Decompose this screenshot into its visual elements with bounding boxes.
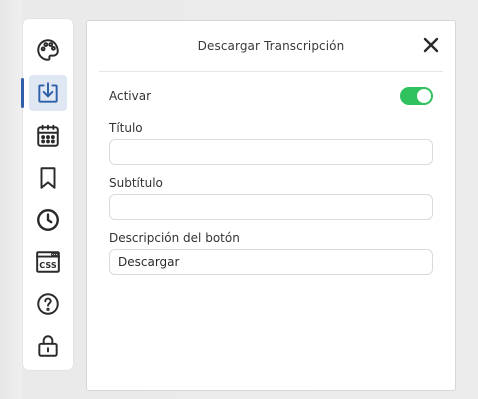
- sidebar-item-download[interactable]: [29, 75, 67, 111]
- panel-title: Descargar Transcripción: [197, 39, 345, 53]
- sidebar-item-bookmark[interactable]: [29, 160, 67, 196]
- toggle-knob: [417, 89, 431, 103]
- help-icon: [37, 293, 59, 315]
- settings-panel: Descargar Transcripción Activar Título S…: [86, 20, 456, 391]
- palette-icon: [37, 39, 59, 61]
- subtitle-label: Subtítulo: [109, 176, 163, 190]
- title-input[interactable]: [109, 139, 433, 165]
- activate-label: Activar: [109, 89, 152, 103]
- css-icon-text: CSS: [39, 260, 57, 270]
- css-icon: CSS: [36, 251, 60, 273]
- button-description-label: Descripción del botón: [109, 231, 240, 245]
- bookmark-icon: [40, 167, 56, 189]
- active-indicator: [21, 78, 24, 108]
- title-label: Título: [109, 121, 143, 135]
- download-icon: [38, 82, 58, 103]
- button-description-input[interactable]: [109, 249, 433, 275]
- divider: [99, 71, 443, 72]
- sidebar-item-palette[interactable]: [29, 32, 67, 68]
- close-icon: [423, 37, 439, 53]
- clock-icon: [37, 209, 59, 231]
- sidebar: CSS: [21, 19, 73, 370]
- calendar-icon: [37, 124, 59, 147]
- lock-icon: [38, 335, 58, 357]
- subtitle-input[interactable]: [109, 194, 433, 220]
- sidebar-item-calendar[interactable]: [29, 118, 67, 154]
- close-button[interactable]: [421, 35, 441, 55]
- sidebar-item-css[interactable]: CSS: [29, 244, 67, 280]
- sidebar-item-help[interactable]: [29, 286, 67, 322]
- sidebar-item-lock[interactable]: [29, 328, 67, 364]
- activate-toggle[interactable]: [400, 87, 433, 105]
- sidebar-item-clock[interactable]: [29, 202, 67, 238]
